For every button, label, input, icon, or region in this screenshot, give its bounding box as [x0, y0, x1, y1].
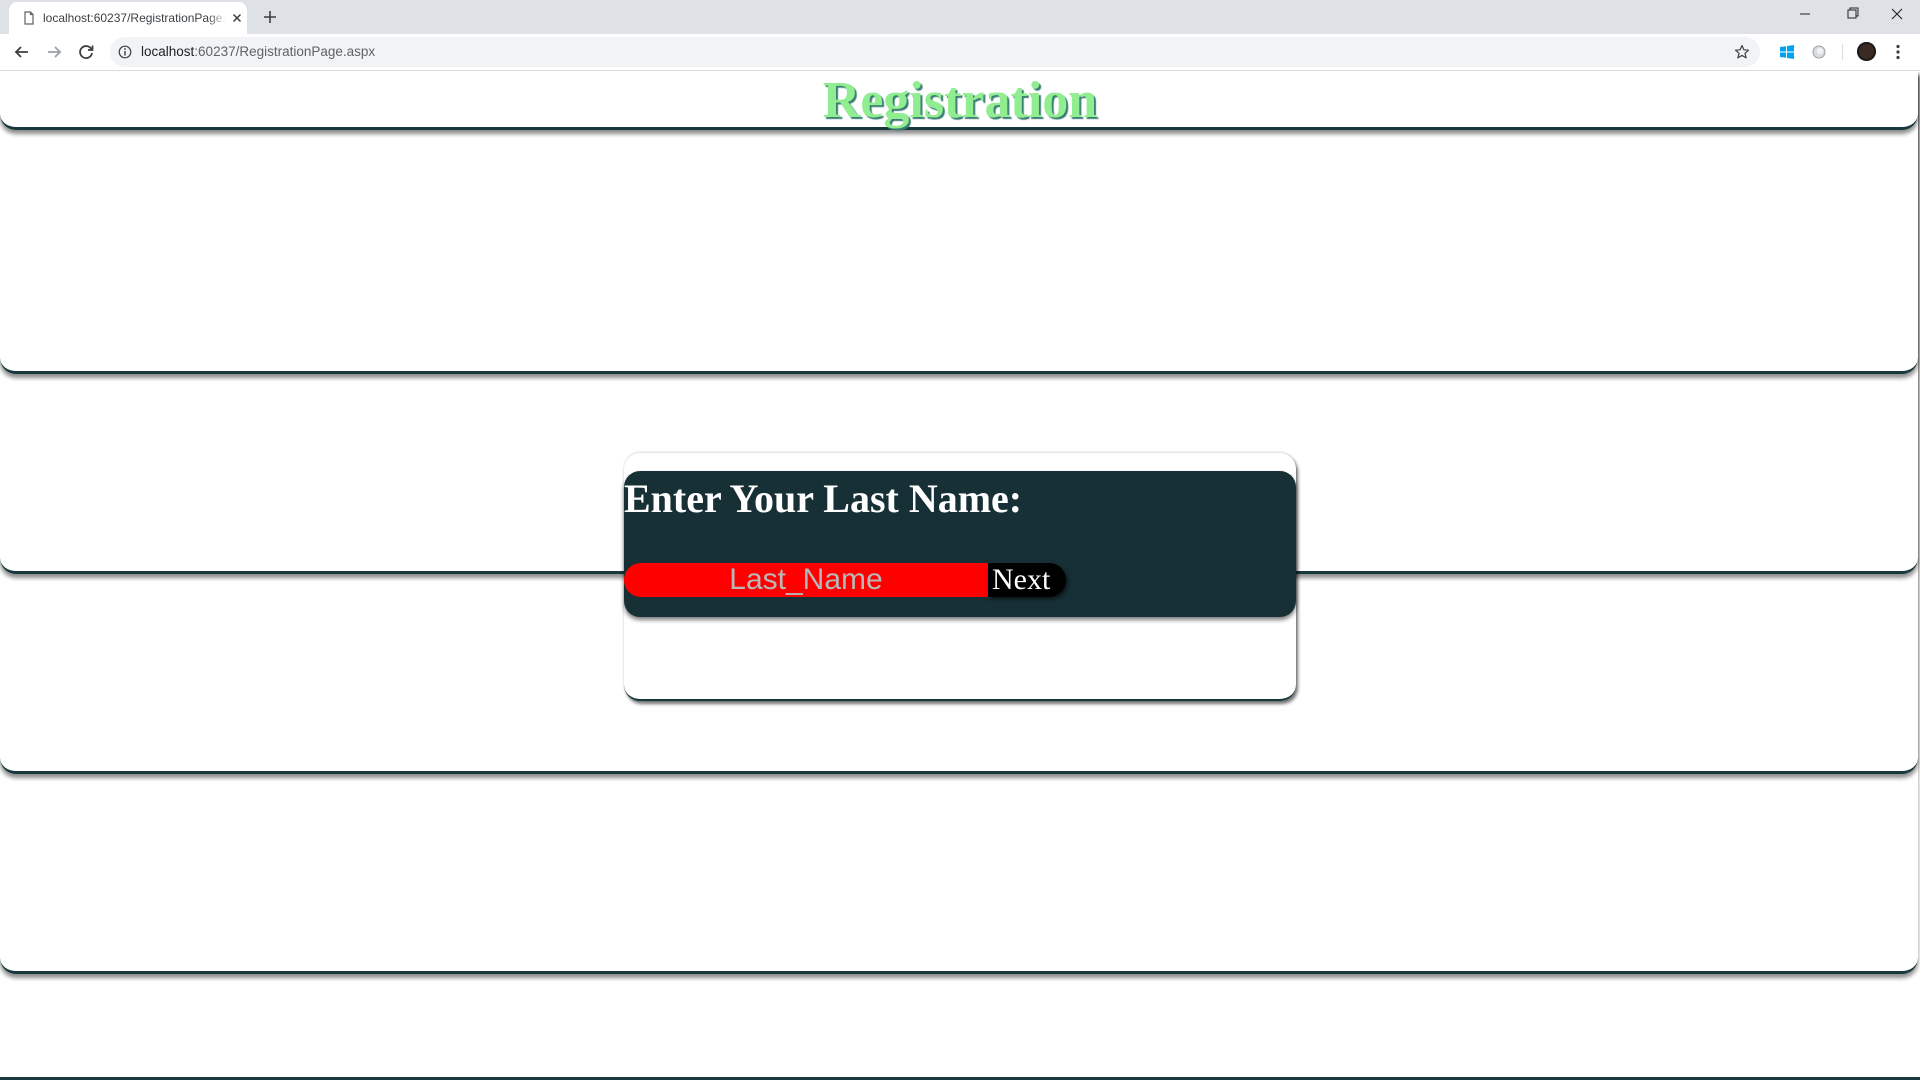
- windows-icon[interactable]: [1779, 44, 1795, 60]
- tab-title: localhost:60237/RegistrationPage.aspx: [43, 10, 227, 26]
- restore-icon[interactable]: [1840, 4, 1864, 24]
- last-name-form-card: Enter Your Last Name: Next: [624, 453, 1296, 701]
- toolbar-separator: [1842, 44, 1843, 60]
- next-button[interactable]: Next: [988, 563, 1066, 597]
- page-viewport: Registration Enter Your Last Name: Next: [0, 71, 1920, 1080]
- forward-arrow-icon[interactable]: [43, 41, 65, 63]
- url-text[interactable]: localhost:60237/RegistrationPage.aspx: [141, 44, 375, 60]
- toolbar: localhost:60237/RegistrationPage.aspx: [0, 34, 1920, 70]
- last-name-prompt: Enter Your Last Name:: [624, 476, 1023, 521]
- url-path: :60237/RegistrationPage.aspx: [194, 44, 376, 59]
- kebab-menu-icon[interactable]: [1891, 43, 1905, 61]
- browser-chrome: localhost:60237/RegistrationPage.aspx: [0, 0, 1920, 71]
- tab-strip: localhost:60237/RegistrationPage.aspx: [0, 0, 1920, 34]
- reload-icon[interactable]: [75, 41, 97, 63]
- close-window-icon[interactable]: [1885, 4, 1909, 24]
- minimize-icon[interactable]: [1793, 4, 1817, 24]
- address-bar[interactable]: localhost:60237/RegistrationPage.aspx: [110, 37, 1760, 67]
- tab-registration-page[interactable]: localhost:60237/RegistrationPage.aspx: [9, 2, 247, 34]
- star-icon[interactable]: [1734, 44, 1750, 60]
- circle-extension-icon[interactable]: [1811, 44, 1827, 60]
- document-icon: [24, 11, 34, 25]
- page-title: Registration: [822, 72, 1098, 129]
- back-arrow-icon[interactable]: [11, 41, 33, 63]
- last-name-form-panel: Enter Your Last Name: Next: [624, 471, 1296, 617]
- plus-icon[interactable]: [261, 8, 279, 26]
- close-icon[interactable]: [230, 11, 244, 25]
- last-name-input[interactable]: [624, 563, 988, 597]
- info-icon[interactable]: [118, 45, 132, 59]
- avatar[interactable]: [1857, 42, 1876, 61]
- url-host: localhost: [141, 44, 195, 59]
